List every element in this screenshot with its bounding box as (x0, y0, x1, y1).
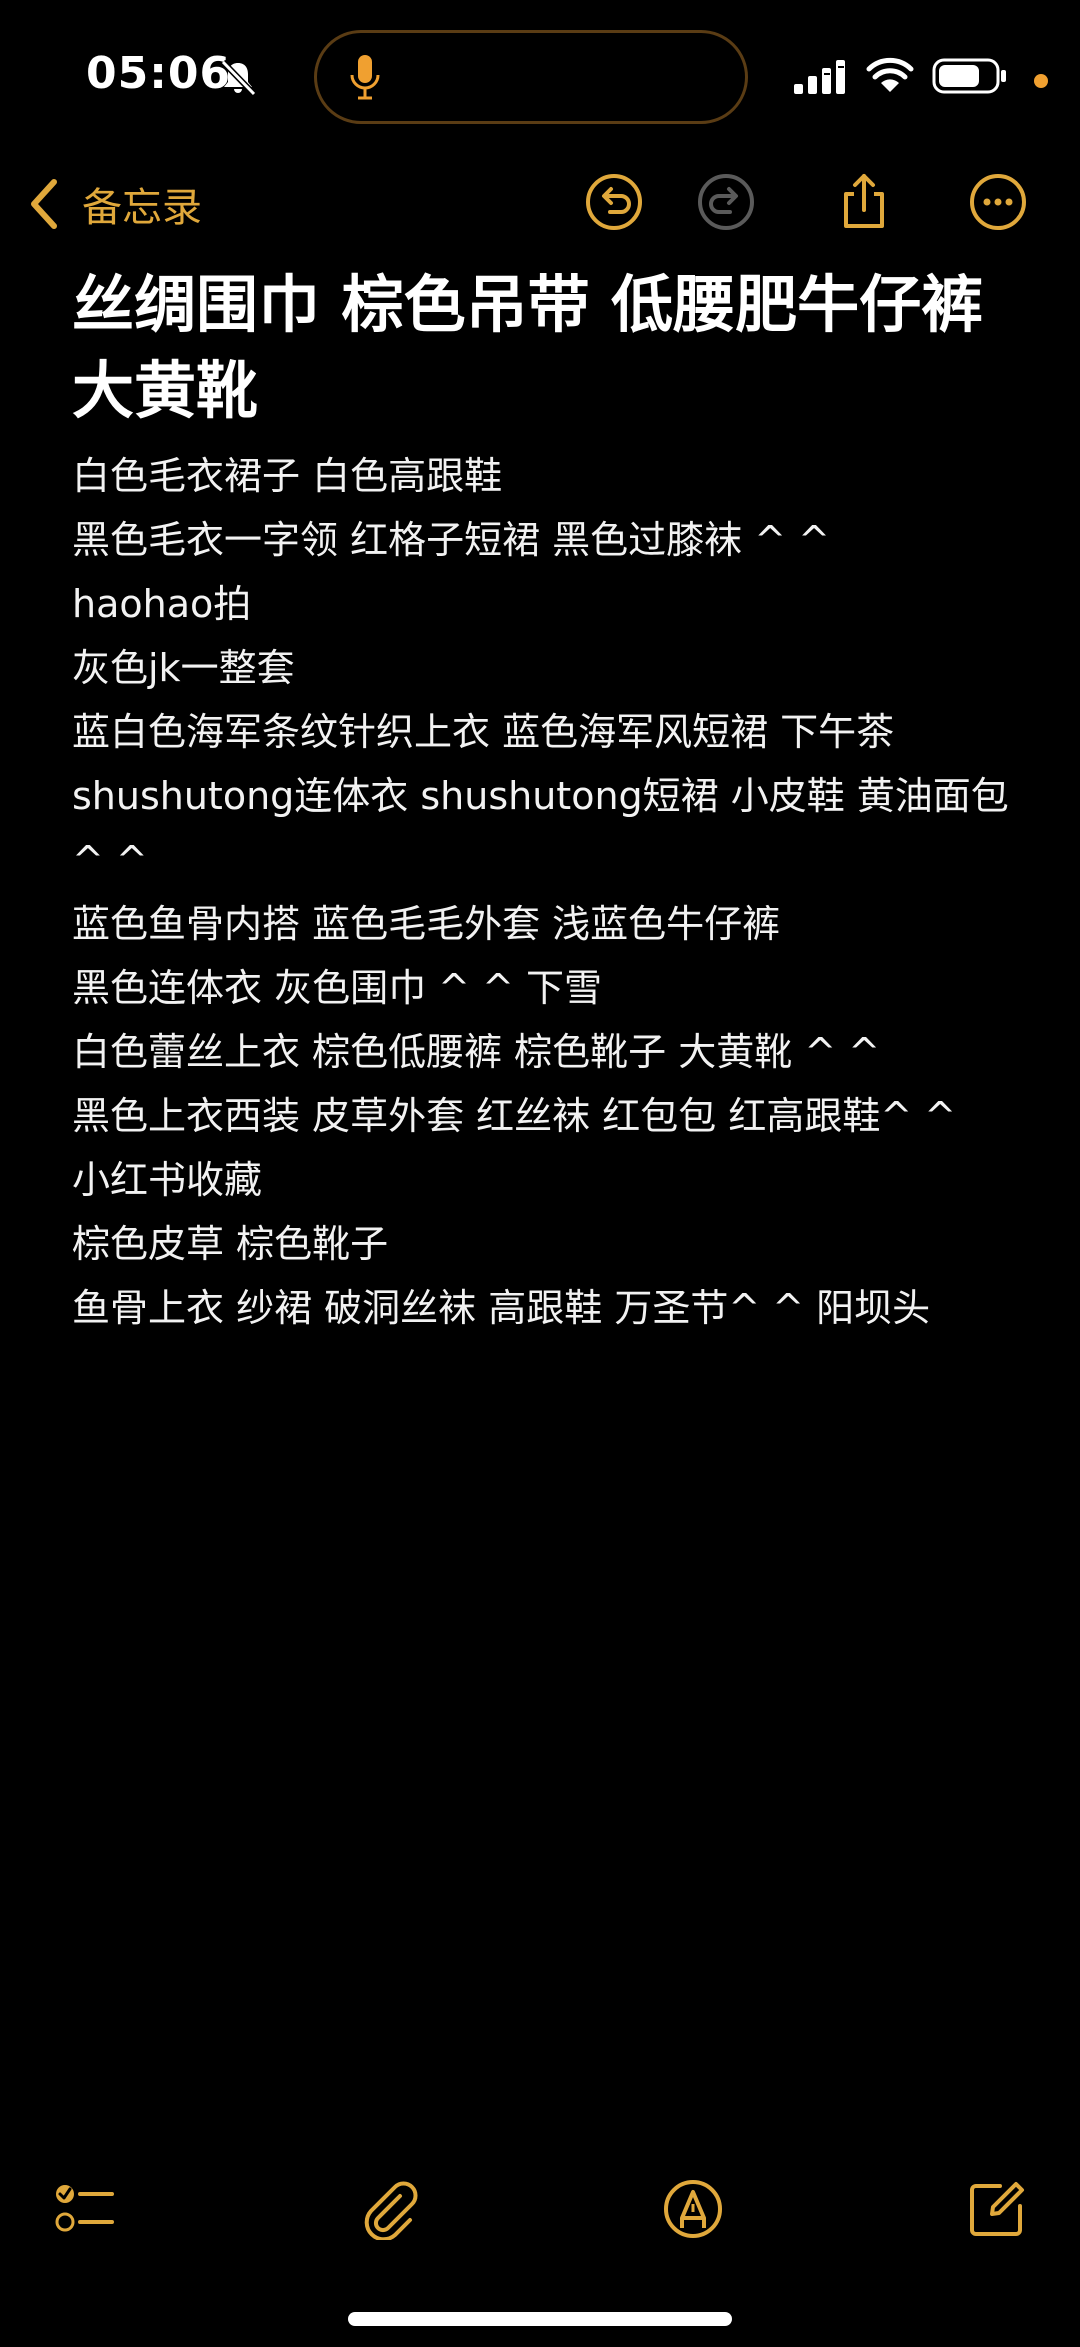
battery-icon (932, 58, 1006, 94)
markup-pen-icon (664, 2180, 722, 2238)
note-line[interactable]: shushutong连体衣 shushutong短裙 小皮鞋 黄油面包 ^ ^ (72, 764, 1022, 892)
microphone-icon (350, 55, 380, 100)
cellular-signal-icon (794, 60, 845, 94)
undo-button[interactable] (574, 162, 654, 242)
note-line[interactable]: 鱼骨上衣 纱裙 破洞丝袜 高跟鞋 万圣节^ ^ 阳坝头 (72, 1276, 1022, 1340)
more-button[interactable] (958, 162, 1038, 242)
note-line[interactable]: 小红书收藏 (72, 1148, 1022, 1212)
note-line[interactable]: 灰色jk一整套 (72, 636, 1022, 700)
markup-button[interactable] (658, 2174, 728, 2244)
wifi-icon (866, 57, 914, 92)
checklist-button[interactable] (50, 2174, 120, 2244)
share-button[interactable] (824, 162, 904, 242)
undo-icon (586, 174, 642, 230)
paperclip-icon (364, 2181, 418, 2240)
note-line[interactable]: 黑色毛衣一字领 红格子短裙 黑色过膝袜 ^ ^ (72, 508, 1022, 572)
note-line[interactable]: 黑色连体衣 灰色围巾 ^ ^ 下雪 (72, 956, 1022, 1020)
nav-bar: 备忘录 (0, 150, 1080, 280)
note-line[interactable]: 白色毛衣裙子 白色高跟鞋 (72, 444, 1022, 508)
compose-button[interactable] (962, 2174, 1032, 2244)
chevron-left-icon (31, 179, 57, 229)
compose-icon (970, 2182, 1024, 2236)
note-title[interactable]: 丝绸围巾 棕色吊带 低腰肥牛仔裤 大黄靴 (72, 262, 1022, 434)
note-line[interactable]: 蓝白色海军条纹针织上衣 蓝色海军风短裙 下午茶 (72, 700, 1022, 764)
status-bar: 05:06 (0, 0, 1080, 150)
home-indicator[interactable] (348, 2312, 732, 2326)
bottom-toolbar (0, 2160, 1080, 2260)
note-line[interactable]: 白色蕾丝上衣 棕色低腰裤 棕色靴子 大黄靴 ^ ^ (72, 1020, 1022, 1084)
share-icon (844, 174, 884, 228)
checklist-icon (55, 2185, 114, 2232)
more-icon (970, 174, 1026, 230)
redo-button[interactable] (686, 162, 766, 242)
note-line[interactable]: 黑色上衣西装 皮草外套 红丝袜 红包包 红高跟鞋^ ^ (72, 1084, 1022, 1148)
attach-button[interactable] (356, 2174, 426, 2244)
note-line[interactable]: 棕色皮草 棕色靴子 (72, 1212, 1022, 1276)
back-label: 备忘录 (82, 185, 202, 231)
status-time: 05:06 (86, 48, 232, 99)
note-body[interactable]: 丝绸围巾 棕色吊带 低腰肥牛仔裤 大黄靴 白色毛衣裙子 白色高跟鞋 黑色毛衣一字领… (72, 262, 1022, 1340)
note-line[interactable]: 蓝色鱼骨内搭 蓝色毛毛外套 浅蓝色牛仔裤 (72, 892, 1022, 956)
dynamic-island (314, 30, 748, 124)
note-lines[interactable]: 白色毛衣裙子 白色高跟鞋 黑色毛衣一字领 红格子短裙 黑色过膝袜 ^ ^ haoha… (72, 444, 1022, 1340)
privacy-indicator-dot (1034, 74, 1048, 88)
back-button[interactable]: 备忘录 (28, 164, 202, 244)
bell-slash-icon (220, 59, 257, 97)
note-line[interactable]: haohao拍 (72, 572, 1022, 636)
redo-icon (698, 174, 754, 230)
